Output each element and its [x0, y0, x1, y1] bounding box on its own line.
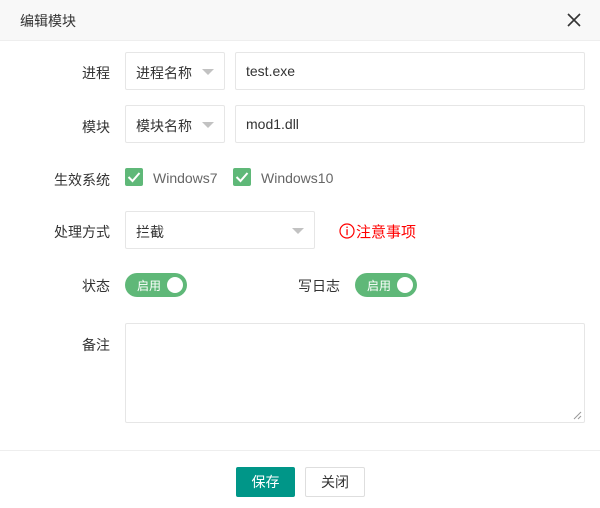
windows7-checkbox[interactable] [125, 168, 143, 186]
log-switch-text: 启用 [367, 279, 392, 293]
handling-select[interactable]: 拦截 [125, 211, 315, 249]
dialog-title: 编辑模块 [20, 13, 76, 29]
caret-down-icon [292, 228, 304, 234]
check-icon [235, 172, 249, 183]
module-label: 模块 [82, 119, 110, 135]
info-circle-icon [339, 223, 355, 239]
module-input-value: mod1.dll [246, 116, 299, 132]
process-label: 进程 [82, 65, 110, 81]
edit-module-dialog: 编辑模块 进程 进程名称 test.exe 模块 模块名称 mod1.dll 生… [0, 0, 600, 508]
dialog-header: 编辑模块 [0, 0, 600, 41]
process-type-value: 进程名称 [136, 65, 192, 81]
remark-label: 备注 [82, 337, 110, 353]
check-icon [127, 172, 141, 183]
process-type-select[interactable]: 进程名称 [125, 52, 225, 90]
save-button[interactable]: 保存 [236, 467, 295, 497]
caret-down-icon [202, 69, 214, 75]
windows7-label[interactable]: Windows7 [153, 170, 218, 186]
log-label: 写日志 [298, 278, 340, 294]
status-switch-text: 启用 [137, 279, 162, 293]
resize-grip-icon[interactable] [572, 410, 582, 420]
module-input[interactable]: mod1.dll [235, 105, 585, 143]
log-switch[interactable]: 启用 [355, 273, 417, 297]
footer-divider [0, 450, 600, 451]
remark-textarea[interactable] [125, 323, 585, 423]
handling-value: 拦截 [136, 224, 164, 240]
close-button[interactable]: 关闭 [305, 467, 365, 497]
module-type-select[interactable]: 模块名称 [125, 105, 225, 143]
switch-knob [397, 277, 413, 293]
close-icon[interactable] [566, 12, 582, 28]
process-input[interactable]: test.exe [235, 52, 585, 90]
notice-text: 注意事项 [356, 224, 417, 241]
module-type-value: 模块名称 [136, 118, 192, 134]
status-label: 状态 [82, 278, 110, 294]
windows10-checkbox[interactable] [233, 168, 251, 186]
systems-label: 生效系统 [54, 172, 110, 188]
process-input-value: test.exe [246, 63, 296, 79]
notice-link[interactable]: 注意事项 [339, 221, 416, 242]
status-switch[interactable]: 启用 [125, 273, 187, 297]
windows10-label[interactable]: Windows10 [261, 170, 333, 186]
switch-knob [167, 277, 183, 293]
handling-label: 处理方式 [54, 224, 110, 240]
caret-down-icon [202, 122, 214, 128]
